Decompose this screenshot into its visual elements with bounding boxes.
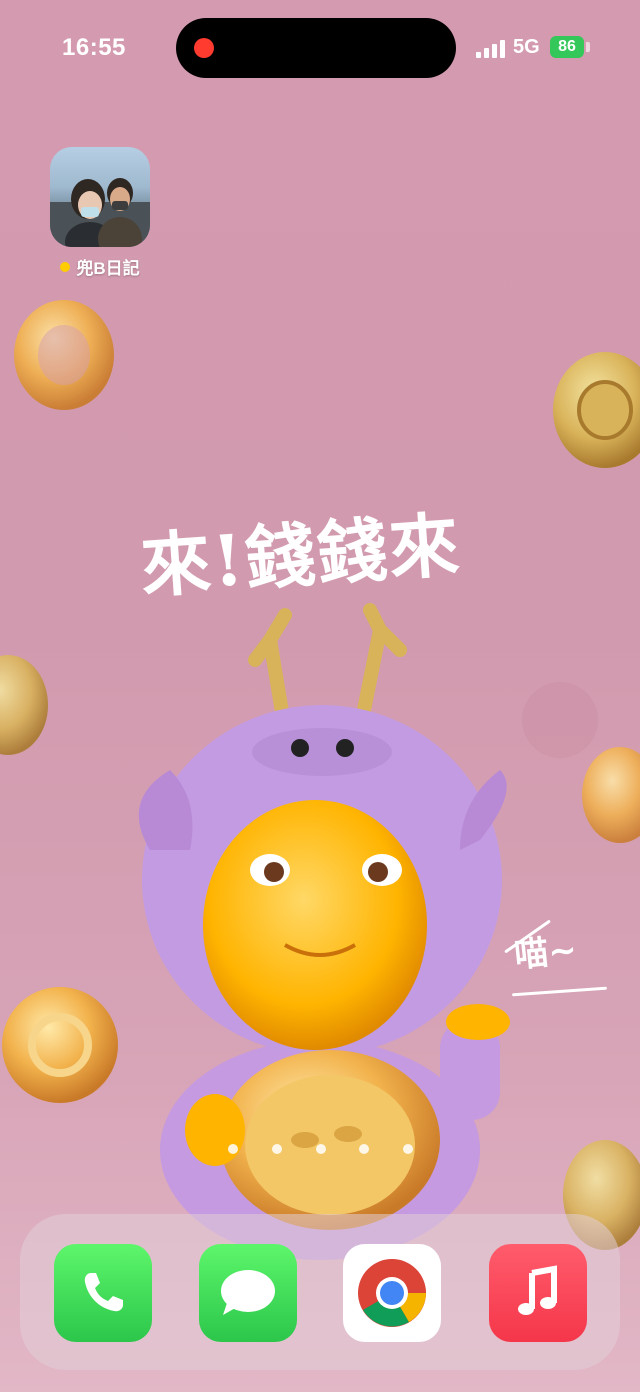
- gold-coin-icon: [14, 300, 114, 410]
- cellular-signal-icon: [476, 38, 508, 58]
- network-type: 5G: [513, 36, 540, 58]
- gold-coin-icon: [0, 655, 48, 755]
- music-icon: [518, 1265, 557, 1315]
- dock-app-music[interactable]: [489, 1244, 587, 1342]
- page-dot: [228, 1144, 238, 1154]
- dock-app-messages[interactable]: [199, 1244, 297, 1342]
- battery-icon: 86: [550, 36, 584, 58]
- messages-icon: [221, 1270, 275, 1315]
- dynamic-island[interactable]: [176, 18, 456, 78]
- gold-coin-icon: [582, 747, 640, 843]
- page-dot: [359, 1144, 370, 1154]
- app-label: 兜B日記: [40, 254, 160, 279]
- gold-coin-icon: [553, 352, 640, 468]
- dock-app-chrome[interactable]: [343, 1244, 441, 1342]
- status-dot-icon: [60, 261, 71, 272]
- battery-level: 86: [558, 38, 576, 55]
- app-label-text: 兜B日記: [76, 259, 140, 278]
- app-dou-b-diary[interactable]: [50, 147, 150, 247]
- wallpaper-side-text: 喵~: [512, 929, 579, 977]
- photo-widget-icon: [50, 178, 150, 247]
- chrome-icon: [358, 1259, 426, 1327]
- recording-indicator-icon: [194, 38, 214, 58]
- page-dot: [271, 1144, 282, 1154]
- page-dot: [315, 1144, 326, 1154]
- dock-app-phone[interactable]: [54, 1244, 152, 1342]
- status-time: 16:55: [62, 34, 126, 61]
- battery-tip: [586, 42, 590, 52]
- phone-icon: [84, 1273, 123, 1312]
- page-dot: [403, 1144, 413, 1154]
- dragon-mascot-illustration: [138, 603, 510, 1260]
- page-indicator[interactable]: [228, 1144, 413, 1154]
- gold-coin-icon: [2, 987, 118, 1103]
